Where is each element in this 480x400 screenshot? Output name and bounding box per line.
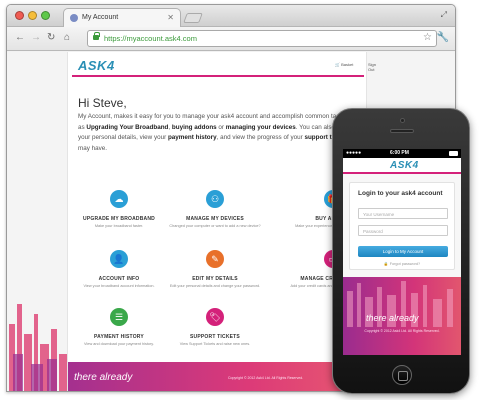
front-camera (400, 118, 405, 123)
home-icon[interactable]: ⌂ (64, 32, 70, 44)
url-text: https://myaccount.ask4.com (104, 34, 197, 43)
tile-upgrade-broadband[interactable]: ☁ UPGRADE MY BROADBAND Make your broadba… (72, 190, 166, 229)
status-bar: ●●●●● 6:00 PM (343, 149, 461, 158)
tab-my-account[interactable]: My Account ✕ (63, 8, 181, 27)
tagline: there already (74, 372, 133, 383)
back-icon[interactable]: ← (15, 32, 25, 44)
battery-icon (449, 151, 458, 156)
zoom-window-button[interactable] (41, 11, 50, 20)
home-button[interactable] (392, 365, 412, 385)
forward-icon[interactable]: → (31, 32, 41, 44)
browser-titlebar: My Account ✕ ⤢ (7, 5, 455, 27)
password-input[interactable]: Password (358, 225, 448, 236)
close-window-button[interactable] (15, 11, 24, 20)
list-icon: ☰ (110, 308, 128, 326)
mobile-header: ASK4 (343, 158, 461, 174)
payment-history-highlight: payment history (167, 134, 217, 141)
new-tab-button[interactable] (183, 13, 203, 23)
tile-payment-history[interactable]: ☰ PAYMENT HISTORY View and download your… (72, 308, 166, 347)
browser-toolbar: ← → ↻ ⌂ https://myaccount.ask4.com ☆ 🔧 (7, 27, 455, 51)
intro-paragraph: My Account, makes it easy for you to man… (78, 113, 362, 152)
copyright-text: Copyright © 2012 Ask4 Ltd. All Rights Re… (228, 376, 304, 380)
mobile-copyright: Copyright © 2012 Ask4 Ltd. All Rights Re… (364, 329, 440, 333)
upgrade-broadband-highlight: Upgrading Your Broadband (86, 123, 169, 131)
fullscreen-icon[interactable]: ⤢ (441, 10, 447, 20)
mobile-footer: there already Copyright © 2012 Ask4 Ltd.… (343, 277, 461, 355)
signal-icon: ●●●●● (346, 150, 362, 156)
city-skyline-graphic (7, 284, 67, 391)
tab-title: My Account (82, 14, 119, 21)
site-footer: there already Copyright © 2012 Ask4 Ltd.… (68, 362, 368, 391)
tile-account-info[interactable]: 👤 ACCOUNT INFO View your broadband accou… (72, 250, 166, 289)
iphone-device: ●●●●● 6:00 PM ASK4 Login to your ask4 ac… (332, 108, 470, 394)
sign-out-link[interactable]: Sign Out (368, 62, 376, 72)
tile-edit-details[interactable]: ✎ EDIT MY DETAILS Edit your personal det… (168, 250, 262, 289)
info-icon: 👤 (110, 250, 128, 268)
buying-addons-highlight: buying addons (171, 123, 217, 131)
devices-icon: ⚇ (206, 190, 224, 208)
login-card: Login to your ask4 account Your Username… (349, 182, 455, 270)
ask4-logo[interactable]: ASK4 (78, 58, 115, 73)
edit-icon: ✎ (206, 250, 224, 268)
login-title: Login to your ask4 account (358, 190, 443, 197)
favicon-icon (70, 14, 78, 22)
tile-manage-devices[interactable]: ⚇ MANAGE MY DEVICES Changed your compute… (168, 190, 262, 229)
login-button[interactable]: Login to My Account (358, 246, 448, 257)
tile-support-tickets[interactable]: 🏷 SUPPORT TICKETS View Support Tickets a… (168, 308, 262, 347)
close-tab-icon[interactable]: ✕ (167, 13, 174, 22)
earpiece-speaker (390, 129, 414, 133)
cloud-icon: ☁ (110, 190, 128, 208)
status-time: 6:00 PM (390, 150, 409, 156)
greeting-heading: Hi Steve, (78, 96, 127, 110)
phone-screen: ●●●●● 6:00 PM ASK4 Login to your ask4 ac… (343, 149, 461, 355)
username-input[interactable]: Your Username (358, 208, 448, 219)
basket-link[interactable]: 🛒 Basket (335, 62, 353, 67)
wrench-menu-icon[interactable]: 🔧 (437, 32, 449, 43)
header-divider (72, 75, 364, 77)
managing-devices-highlight: managing your devices (225, 123, 296, 131)
forgot-password-link[interactable]: 🔒 Forgot password? (350, 261, 454, 266)
lock-icon (93, 32, 100, 40)
address-bar[interactable]: https://myaccount.ask4.com ☆ (87, 30, 437, 47)
bookmark-star-icon[interactable]: ☆ (423, 32, 432, 43)
mobile-ask4-logo[interactable]: ASK4 (390, 160, 419, 171)
minimize-window-button[interactable] (28, 11, 37, 20)
tag-icon: 🏷 (206, 308, 224, 326)
mobile-tagline: there already (366, 313, 419, 323)
reload-icon[interactable]: ↻ (47, 32, 55, 44)
account-card: ASK4 🛒 Basket Sign Out Hi Steve, My Acco… (67, 52, 376, 391)
